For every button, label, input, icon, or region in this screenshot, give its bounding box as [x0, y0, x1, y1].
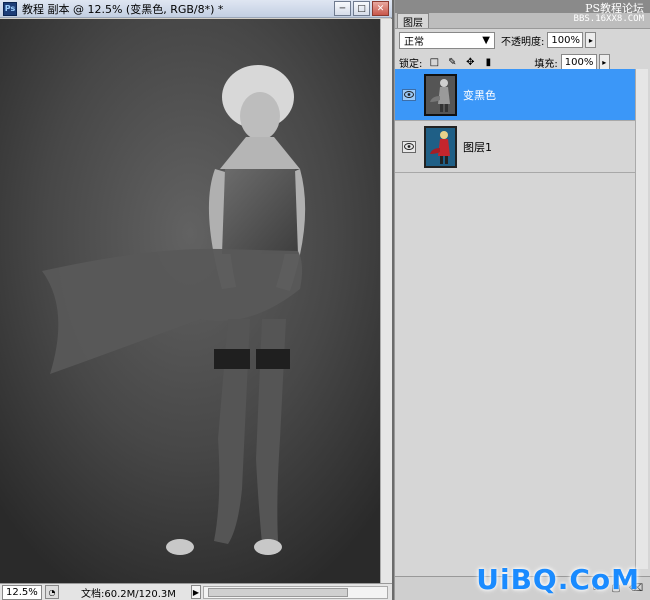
layer-row-layer1[interactable]: 图层1 — [395, 121, 635, 173]
layer-thumbnail[interactable] — [424, 73, 457, 116]
opacity-input[interactable]: 100% — [547, 32, 584, 48]
zoom-level-field[interactable]: 12.5% — [2, 584, 42, 600]
canvas-horizontal-scrollbar[interactable] — [203, 585, 388, 599]
canvas-vertical-scrollbar[interactable] — [380, 19, 392, 583]
document-size-info: 文档:60.2M/120.3M — [81, 588, 176, 600]
status-menu-arrow[interactable]: ▶ — [191, 585, 201, 599]
blend-mode-select[interactable]: 正常 ▼ — [399, 31, 495, 49]
document-window: Ps 教程 副本 @ 12.5% (变黑色, RGB/8*) * ─ □ ✕ 1… — [0, 0, 392, 600]
layer-name[interactable]: 变黑色 — [463, 87, 496, 103]
maximize-button[interactable]: □ — [353, 1, 370, 16]
chevron-down-icon: ▼ — [482, 34, 490, 46]
site-watermark: UiBQ.CoM — [476, 563, 640, 596]
status-info-icon[interactable]: ◔ — [45, 585, 59, 599]
panel-header-bar[interactable]: PS教程论坛 BBS.16XX8.COM — [395, 0, 650, 24]
layer-row-blackwhite[interactable]: 变黑色 — [395, 69, 635, 121]
layers-scrollbar[interactable] — [635, 69, 648, 569]
fill-input[interactable]: 100% — [560, 54, 597, 70]
eye-icon — [402, 88, 416, 101]
document-status-bar: 12.5% ◔ 文档:60.2M/120.3M ▶ — [0, 583, 392, 600]
close-button[interactable]: ✕ — [372, 1, 389, 16]
layer-name[interactable]: 图层1 — [463, 139, 492, 155]
lock-move-icon[interactable]: ✥ — [464, 56, 476, 68]
visibility-toggle[interactable] — [400, 86, 418, 104]
eye-icon — [402, 140, 416, 153]
forum-watermark-url: BBS.16XX8.COM — [573, 14, 644, 24]
document-title: 教程 副本 @ 12.5% (变黑色, RGB/8*) * — [22, 2, 224, 16]
minimize-button[interactable]: ─ — [334, 1, 351, 16]
document-titlebar[interactable]: Ps 教程 副本 @ 12.5% (变黑色, RGB/8*) * ─ □ ✕ — [0, 0, 392, 18]
forum-watermark: PS教程论坛 BBS.16XX8.COM — [574, 3, 644, 25]
blend-opacity-row: 正常 ▼ 不透明度: 100% ▸ — [395, 29, 650, 51]
visibility-toggle[interactable] — [400, 138, 418, 156]
lock-brush-icon[interactable]: ✎ — [446, 56, 458, 68]
fill-label: 填充: — [534, 58, 558, 70]
opacity-label: 不透明度: — [501, 36, 545, 48]
window-controls: ─ □ ✕ — [334, 1, 389, 16]
opacity-slider-button[interactable]: ▸ — [585, 32, 597, 48]
horizontal-scroll-thumb[interactable] — [208, 587, 348, 597]
lock-label: 锁定: — [399, 58, 423, 70]
tab-layers[interactable]: 图层 — [397, 13, 429, 29]
photoshop-app-icon: Ps — [3, 1, 17, 16]
grayscale-photo-image — [0, 19, 380, 583]
lock-all-icon[interactable]: ▮ — [482, 56, 494, 68]
fill-slider-button[interactable]: ▸ — [598, 54, 610, 70]
layers-list: 变黑色 图层1 — [395, 69, 635, 569]
blend-mode-value: 正常 — [404, 36, 424, 48]
lock-transparent-icon[interactable]: □ — [428, 56, 440, 68]
canvas-area[interactable] — [0, 19, 392, 583]
layer-thumbnail[interactable] — [424, 125, 457, 168]
layers-panel: PS教程论坛 BBS.16XX8.COM 图层 正常 ▼ 不透明度: 100% … — [394, 0, 650, 600]
forum-watermark-title: PS教程论坛 — [585, 2, 644, 15]
photo-canvas[interactable] — [0, 19, 380, 583]
